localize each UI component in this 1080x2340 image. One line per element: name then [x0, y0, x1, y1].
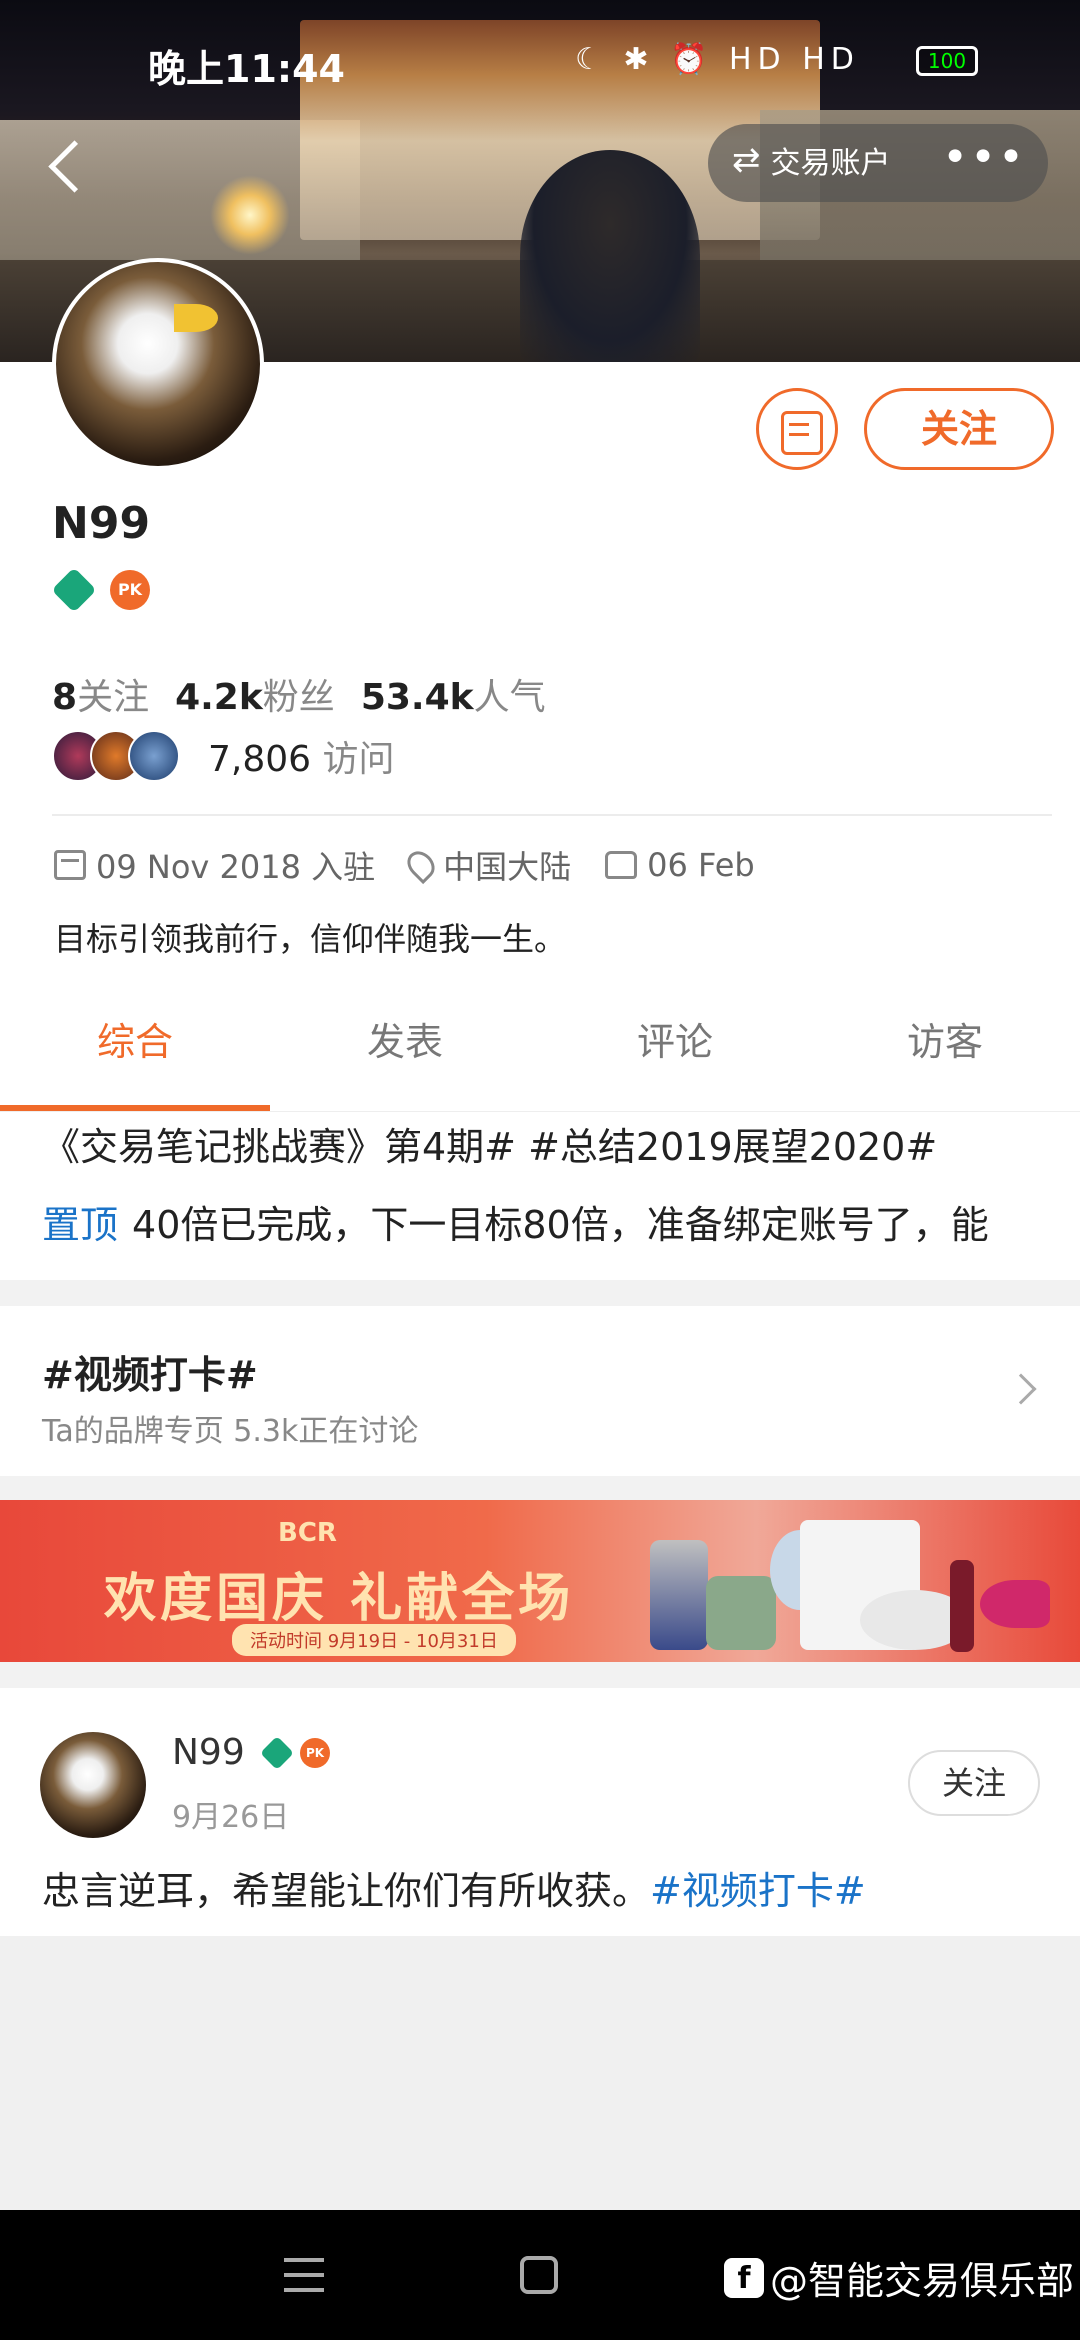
visitor-avatar [128, 730, 180, 782]
message-button[interactable] [756, 388, 838, 470]
profile-bio: 目标引领我前行，信仰伴随我一生。 [54, 920, 567, 958]
feed-post[interactable]: N99 PK 9月26日 关注 忠言逆耳，希望能让你们有所收获。#视频打卡# [0, 1688, 1080, 1936]
eagle-beak [174, 304, 218, 332]
profile-stats: 8关注 4.2k粉丝 53.4k人气 [52, 668, 546, 720]
facebook-icon: f [724, 2257, 764, 2298]
visits-count-text: 7,806 访问 [208, 730, 395, 782]
back-button[interactable] [42, 130, 92, 200]
trade-account-label: 交易账户 [770, 146, 891, 181]
ad-title: 欢度国庆 礼献全场 [104, 1569, 575, 1629]
topic-title: #视频打卡# [42, 1353, 258, 1397]
status-time: 晚上11:44 [148, 47, 345, 91]
tab-visitors[interactable]: 访客 [810, 1000, 1080, 1111]
location-text: 中国大陆 [443, 848, 572, 886]
watermark: f @智能交易俱乐部 [724, 2250, 1074, 2305]
trade-account-button[interactable]: ⇄ 交易账户 [732, 138, 891, 182]
post-avatar[interactable] [40, 1732, 146, 1838]
birthday-text: 06 Feb [647, 846, 755, 884]
verified-badge-icon [260, 1736, 294, 1770]
banner-person [520, 150, 700, 362]
topic-card[interactable]: #视频打卡# Ta的品牌专页 5.3k正在讨论 [0, 1306, 1080, 1476]
fans-stat[interactable]: 4.2k粉丝 [175, 668, 335, 720]
message-icon-line [789, 433, 809, 436]
pinned-post-line: 置顶 40倍已完成，下一目标80倍，准备绑定账号了，能 [42, 1194, 989, 1249]
profile-avatar[interactable] [52, 258, 264, 470]
post-text: 忠言逆耳，希望能让你们有所收获。#视频打卡# [42, 1860, 866, 1915]
pinned-post[interactable]: 《交易笔记挑战赛》第4期# #总结2019展望2020# 置顶 40倍已完成，下一… [0, 1112, 1080, 1280]
following-label: 关注 [77, 677, 150, 718]
ad-banner[interactable]: BCR 欢度国庆 礼献全场 活动时间 9月19日 - 10月31日 [0, 1500, 1080, 1662]
divider [52, 814, 1052, 816]
location-item: 中国大陆 [402, 842, 572, 888]
banner-lamp [210, 175, 290, 255]
post-hashtag[interactable]: #视频打卡# [650, 1869, 866, 1913]
follow-button[interactable]: 关注 [864, 388, 1054, 470]
calendar-icon [54, 850, 86, 880]
pinned-tag: 置顶 [42, 1203, 119, 1247]
popularity-label: 人气 [473, 677, 546, 718]
profile-badges: PK [51, 567, 150, 613]
tab-posts[interactable]: 发表 [270, 1000, 540, 1111]
status-icons: ☾ ✱ ⏰ HD HD [575, 42, 860, 77]
battery-icon: 100 [916, 46, 978, 76]
following-count: 8 [52, 677, 78, 718]
content-placeholder [0, 1936, 1080, 2210]
joined-item: 09 Nov 2018 入驻 [54, 842, 375, 888]
profile-meta: 09 Nov 2018 入驻 中国大陆 06 Feb [54, 842, 755, 888]
more-icon[interactable]: ••• [942, 132, 1026, 183]
pinned-post-text: 40倍已完成，下一目标80倍，准备绑定账号了，能 [132, 1203, 989, 1247]
message-icon [789, 423, 809, 426]
visitors-row[interactable]: 7,806 访问 [52, 730, 395, 782]
post-follow-button[interactable]: 关注 [908, 1750, 1040, 1816]
swap-icon: ⇄ [732, 140, 761, 180]
blender-image [650, 1540, 708, 1650]
system-nav-bar: f @智能交易俱乐部 [0, 2210, 1080, 2340]
ad-products-image [650, 1520, 1070, 1660]
status-bar: 晚上11:44 ☾ ✱ ⏰ HD HD 100 [0, 30, 1080, 94]
visits-label: 访问 [322, 739, 395, 780]
visits-count: 7,806 [208, 739, 312, 780]
joined-date: 09 Nov 2018 入驻 [96, 848, 376, 886]
profile-name: N99 [52, 498, 151, 549]
tab-comments[interactable]: 评论 [540, 1000, 810, 1111]
wine-bottle-image [950, 1560, 974, 1652]
toaster-image [706, 1576, 776, 1650]
chevron-right-icon [1005, 1373, 1037, 1405]
popularity-count: 53.4k [360, 677, 474, 718]
header-actions: ⇄ 交易账户 ••• [708, 124, 1048, 202]
fans-count: 4.2k [175, 677, 263, 718]
birthday-cake-icon [605, 851, 638, 879]
post-badges: PK [260, 1736, 330, 1770]
menu-icon[interactable] [284, 2258, 324, 2292]
popularity-stat: 53.4k人气 [361, 668, 546, 720]
post-date: 9月26日 [172, 1800, 290, 1835]
following-stat[interactable]: 8关注 [52, 668, 149, 720]
post-body: 忠言逆耳，希望能让你们有所收获。 [42, 1869, 651, 1913]
fans-label: 粉丝 [262, 677, 335, 718]
verified-badge-icon[interactable] [51, 567, 97, 613]
ad-date: 活动时间 9月19日 - 10月31日 [232, 1624, 516, 1656]
watermark-text: @智能交易俱乐部 [770, 2259, 1075, 2303]
pk-badge-icon: PK [300, 1738, 330, 1768]
profile-tabs: 综合 发表 评论 访客 [0, 1000, 1080, 1112]
home-square-icon[interactable] [520, 2256, 558, 2294]
topic-subtitle: Ta的品牌专页 5.3k正在讨论 [42, 1414, 419, 1449]
location-pin-icon [402, 845, 441, 885]
hair-dryer-image [980, 1580, 1050, 1628]
pinned-post-title: 《交易笔记挑战赛》第4期# #总结2019展望2020# [42, 1125, 938, 1169]
post-author-name[interactable]: N99 [172, 1732, 245, 1773]
birthday-item: 06 Feb [605, 846, 755, 884]
ad-logo: BCR [278, 1518, 337, 1548]
tab-overview[interactable]: 综合 [0, 1000, 270, 1111]
pk-badge-icon[interactable]: PK [110, 570, 150, 610]
